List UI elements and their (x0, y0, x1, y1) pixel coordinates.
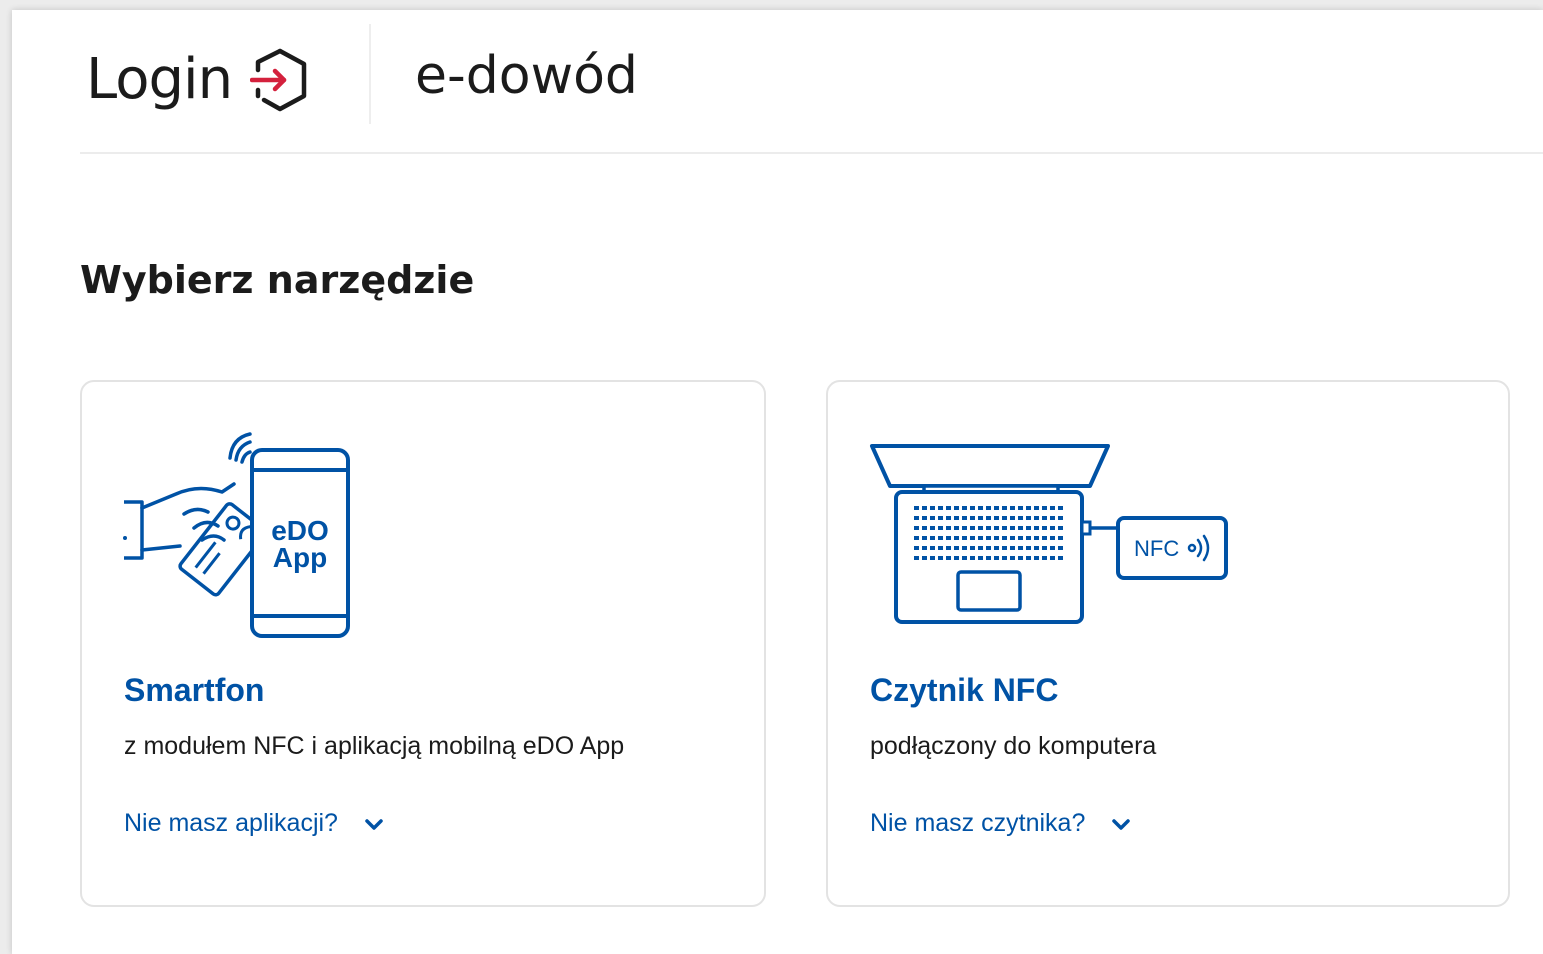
login-icon (249, 48, 310, 117)
laptop-nfc-reader-icon: NFC (868, 438, 1238, 633)
card-title[interactable]: Czytnik NFC (870, 672, 1058, 709)
page-frame: Login e-dowód Wybierz narzędzie eDO App … (12, 10, 1543, 954)
no-app-link-label[interactable]: Nie masz aplikacji? (124, 809, 338, 838)
card-description: z modułem NFC i aplikacją mobilną eDO Ap… (124, 732, 625, 760)
no-app-toggle[interactable]: Nie masz aplikacji? (124, 808, 384, 839)
phone-app-label: App (273, 542, 327, 573)
no-reader-link-label[interactable]: Nie masz czytnika? (870, 809, 1085, 838)
chevron-down-icon[interactable] (1111, 810, 1131, 839)
login-logo[interactable]: Login (86, 42, 310, 117)
login-label: Login (86, 47, 233, 112)
card-nfc-reader[interactable]: NFC Czytnik NFC podłączony do komputera … (826, 380, 1510, 907)
no-reader-toggle[interactable]: Nie masz czytnika? (870, 808, 1131, 839)
page-title: Wybierz narzędzie (80, 258, 475, 302)
card-description: podłączony do komputera (870, 732, 1157, 760)
header: Login e-dowód (80, 24, 1543, 154)
chevron-down-icon[interactable] (364, 810, 384, 839)
card-title[interactable]: Smartfon (124, 672, 264, 709)
service-name: e-dowód (415, 46, 638, 106)
card-smartfon[interactable]: eDO App Smartfon z modułem NFC i aplikac… (80, 380, 766, 907)
header-divider (369, 24, 371, 124)
phone-card-icon: eDO App (122, 422, 362, 647)
reader-nfc-label: NFC (1134, 536, 1179, 561)
